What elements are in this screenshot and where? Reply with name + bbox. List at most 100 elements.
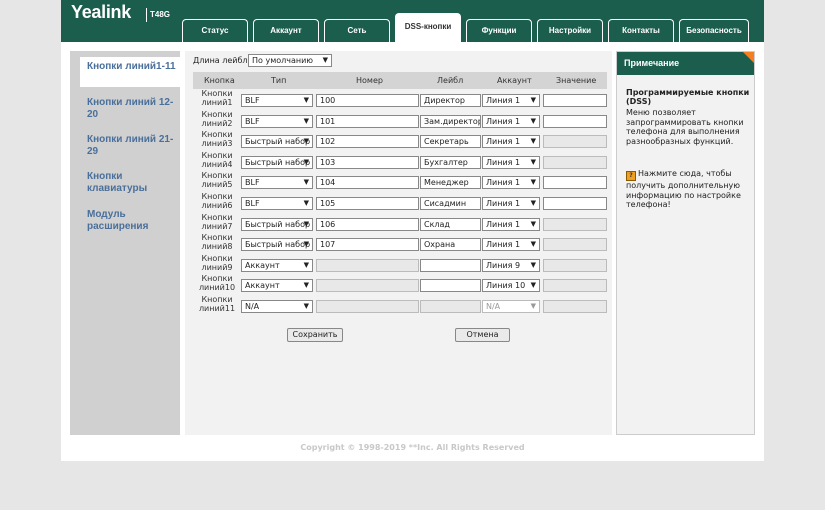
row-key-label: Кнопки линий3 (201, 130, 233, 148)
chevron-down-icon: ▼ (303, 158, 309, 166)
sidebar-item-expansion-module[interactable]: Модуль расширения (87, 209, 182, 233)
label-length-select[interactable]: По умолчанию ▼ (248, 54, 332, 67)
value-input (543, 238, 607, 251)
type-value: Аккаунт (245, 261, 280, 270)
account-select[interactable]: Линия 1 ▼ (482, 135, 540, 148)
sidebar-item-line-keys-12-20[interactable]: Кнопки линий 12-20 (87, 97, 182, 121)
note-panel: Примечание Программируемые кнопки (DSS) … (616, 51, 755, 435)
type-select[interactable]: Быстрый набор ▼ (241, 135, 313, 148)
label-input[interactable]: Зам.директора (420, 115, 481, 128)
number-input[interactable]: 104 (316, 176, 419, 189)
chevron-down-icon: ▼ (530, 178, 536, 186)
label-input[interactable]: Охрана (420, 238, 481, 251)
note-text: Меню позволяет запрограммировать кнопки … (626, 108, 744, 146)
sidebar-item-line-keys-21-29[interactable]: Кнопки линий 21-29 (87, 134, 182, 158)
column-header-key: Кнопка (204, 76, 235, 85)
type-select[interactable]: BLF ▼ (241, 176, 313, 189)
chevron-down-icon: ▼ (530, 117, 536, 125)
row-key-label: Кнопки линий10 (198, 274, 236, 292)
number-input[interactable]: 101 (316, 115, 419, 128)
cancel-button[interactable]: Отмена (455, 328, 510, 342)
tab-account[interactable]: Аккаунт (253, 19, 319, 42)
type-select[interactable]: Быстрый набор ▼ (241, 156, 313, 169)
chevron-down-icon: ▼ (530, 261, 536, 269)
type-select[interactable]: BLF ▼ (241, 197, 313, 210)
account-select: N/A ▼ (482, 300, 540, 313)
row-key-label: Кнопки линий4 (201, 151, 233, 169)
type-select[interactable]: Быстрый набор ▼ (241, 238, 313, 251)
type-select[interactable]: N/A ▼ (241, 300, 313, 313)
copyright-text: Copyright © 1998-2019 **Inc. All Rights … (300, 443, 525, 452)
account-value: Линия 1 (486, 137, 521, 146)
type-value: Быстрый набор (245, 220, 311, 229)
account-select[interactable]: Линия 1 ▼ (482, 218, 540, 231)
chevron-down-icon: ▼ (530, 281, 536, 289)
label-input[interactable] (420, 279, 481, 292)
account-value: Линия 1 (486, 158, 521, 167)
chevron-down-icon: ▼ (530, 137, 536, 145)
type-select[interactable]: Быстрый набор ▼ (241, 218, 313, 231)
label-input[interactable]: Менеджер (420, 176, 481, 189)
number-input[interactable]: 105 (316, 197, 419, 210)
tab-features[interactable]: Функции (466, 19, 532, 42)
chevron-down-icon: ▼ (303, 178, 309, 186)
account-select[interactable]: Линия 1 ▼ (482, 156, 540, 169)
label-length-value: По умолчанию (252, 56, 314, 65)
value-input[interactable] (543, 197, 607, 210)
number-input[interactable]: 106 (316, 218, 419, 231)
account-select[interactable]: Линия 1 ▼ (482, 94, 540, 107)
account-value: Линия 1 (486, 117, 521, 126)
type-select[interactable]: Аккаунт ▼ (241, 279, 313, 292)
row-key-label: Кнопки линий9 (201, 254, 233, 272)
type-select[interactable]: Аккаунт ▼ (241, 259, 313, 272)
number-input[interactable]: 103 (316, 156, 419, 169)
number-input (316, 300, 419, 313)
tab-security[interactable]: Безопасность (679, 19, 749, 42)
account-select[interactable]: Линия 9 ▼ (482, 259, 540, 272)
type-value: Быстрый набор (245, 137, 311, 146)
help-link-text[interactable]: Нажмите сюда, чтобы получить дополнитель… (626, 169, 741, 209)
account-select[interactable]: Линия 10 ▼ (482, 279, 540, 292)
help-link[interactable]: ? Нажмите сюда, чтобы получить дополнител… (626, 169, 751, 210)
tab-status[interactable]: Статус (182, 19, 248, 42)
label-input[interactable]: Секретарь (420, 135, 481, 148)
label-input[interactable]: Склад (420, 218, 481, 231)
number-input[interactable]: 102 (316, 135, 419, 148)
label-input[interactable]: Бухгалтер (420, 156, 481, 169)
table-header (193, 72, 607, 89)
save-button[interactable]: Сохранить (287, 328, 343, 342)
row-key-label: Кнопки линий11 (198, 295, 236, 313)
type-value: N/A (245, 302, 260, 311)
label-input[interactable]: Сисадмин (420, 197, 481, 210)
sidebar-item-keypad-keys[interactable]: Кнопки клавиатуры (87, 171, 182, 195)
type-select[interactable]: BLF ▼ (241, 94, 313, 107)
label-input[interactable]: Директор (420, 94, 481, 107)
value-input[interactable] (543, 115, 607, 128)
chevron-down-icon: ▼ (530, 158, 536, 166)
type-select[interactable]: BLF ▼ (241, 115, 313, 128)
chevron-down-icon: ▼ (530, 220, 536, 228)
account-select[interactable]: Линия 1 ▼ (482, 197, 540, 210)
column-header-label: Лейбл (437, 76, 464, 85)
type-value: BLF (245, 199, 260, 208)
tab-dss-keys[interactable]: DSS-кнопки (395, 13, 461, 42)
type-value: Аккаунт (245, 281, 280, 290)
tab-contacts[interactable]: Контакты (608, 19, 674, 42)
help-book-icon: ? (626, 171, 636, 181)
account-value: Линия 1 (486, 220, 521, 229)
chevron-down-icon: ▼ (303, 117, 309, 125)
account-select[interactable]: Линия 1 ▼ (482, 238, 540, 251)
number-input[interactable]: 100 (316, 94, 419, 107)
number-input[interactable]: 107 (316, 238, 419, 251)
account-select[interactable]: Линия 1 ▼ (482, 115, 540, 128)
label-input[interactable] (420, 259, 481, 272)
account-select[interactable]: Линия 1 ▼ (482, 176, 540, 189)
value-input[interactable] (543, 94, 607, 107)
value-input[interactable] (543, 176, 607, 189)
value-input (543, 259, 607, 272)
value-input (543, 218, 607, 231)
sidebar-item-line-keys-1-11[interactable]: Кнопки линий1-11 (80, 57, 180, 87)
tab-network[interactable]: Сеть (324, 19, 390, 42)
tab-settings[interactable]: Настройки (537, 19, 603, 42)
account-value: Линия 1 (486, 178, 521, 187)
